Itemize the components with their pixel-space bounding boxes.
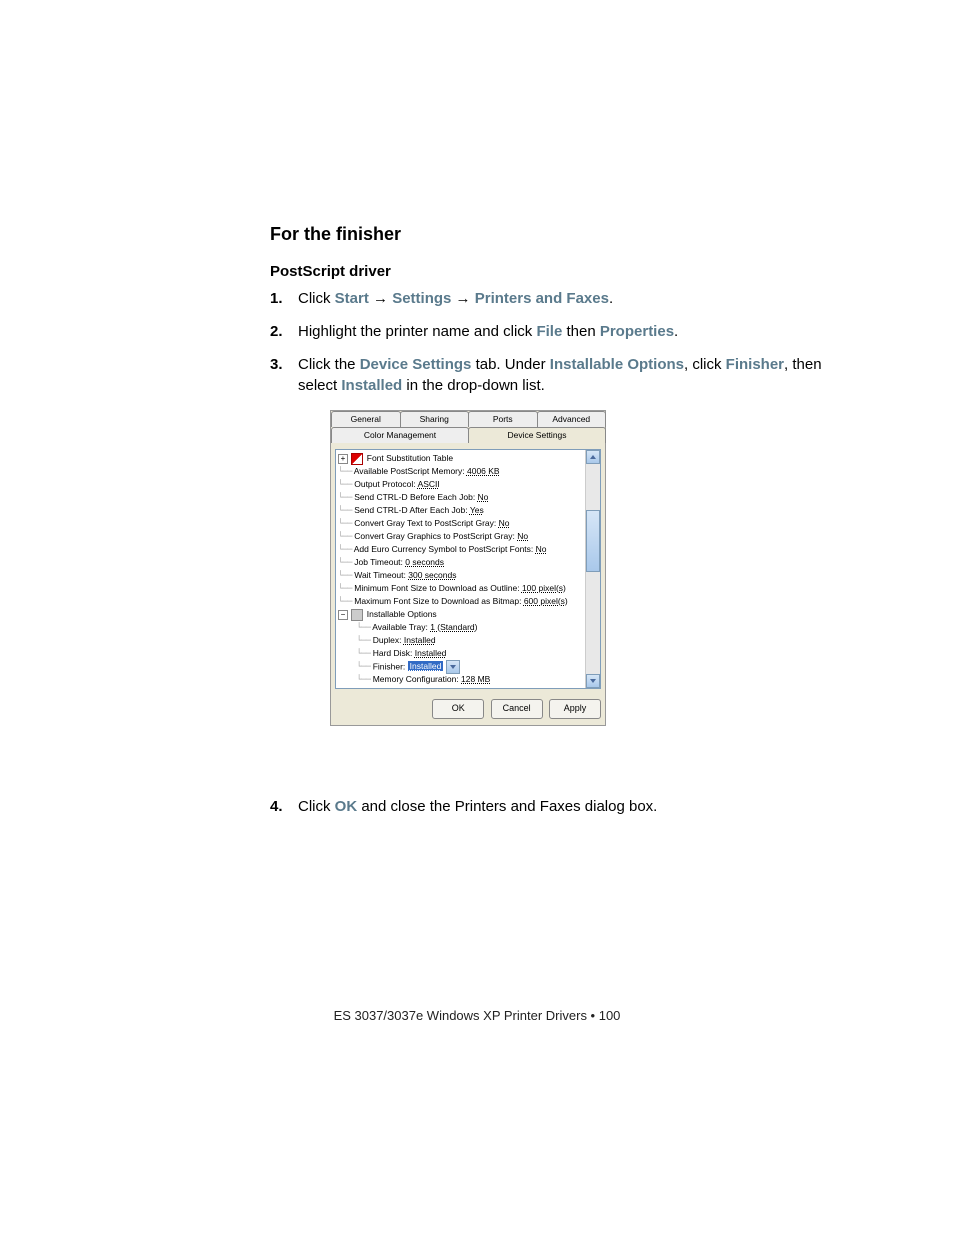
ui-start: Start (335, 290, 369, 307)
scrollbar[interactable] (585, 450, 600, 688)
finisher-row[interactable]: └── Finisher: Installed (338, 660, 586, 673)
section-heading: For the finisher (270, 224, 830, 245)
ui-device-settings: Device Settings (360, 356, 472, 373)
ui-ok: OK (335, 798, 358, 815)
ui-installable-options: Installable Options (550, 356, 684, 373)
ui-properties: Properties (600, 323, 674, 340)
step-1: Click Start → Settings → Printers and Fa… (270, 288, 830, 309)
tab-sharing[interactable]: Sharing (400, 411, 470, 427)
scroll-down-icon[interactable] (586, 674, 600, 688)
font-icon (351, 453, 363, 465)
collapse-icon[interactable]: − (338, 610, 348, 620)
chevron-down-icon[interactable] (446, 660, 460, 674)
tab-device-settings[interactable]: Device Settings (468, 427, 606, 443)
tab-color-management[interactable]: Color Management (331, 427, 469, 443)
step-3: Click the Device Settings tab. Under Ins… (270, 354, 830, 726)
tab-ports[interactable]: Ports (468, 411, 538, 427)
step-4: Click OK and close the Printers and Faxe… (270, 796, 830, 817)
ui-printers-faxes: Printers and Faxes (475, 290, 609, 307)
ui-file: File (536, 323, 562, 340)
scroll-thumb[interactable] (586, 510, 600, 572)
ui-finisher: Finisher (726, 356, 784, 373)
ui-settings: Settings (392, 290, 451, 307)
options-icon (351, 609, 363, 621)
ok-button[interactable]: OK (432, 699, 484, 719)
properties-dialog: General Sharing Ports Advanced Color Man… (330, 410, 606, 726)
settings-tree[interactable]: + Font Substitution Table └── Available … (335, 449, 601, 689)
scroll-up-icon[interactable] (586, 450, 600, 464)
cancel-button[interactable]: Cancel (491, 699, 543, 719)
ui-installed: Installed (341, 377, 402, 394)
tab-advanced[interactable]: Advanced (537, 411, 607, 427)
expand-icon[interactable]: + (338, 454, 348, 464)
finisher-value[interactable]: Installed (408, 661, 444, 671)
subsection-heading: PostScript driver (270, 263, 830, 280)
page-footer: ES 3037/3037e Windows XP Printer Drivers… (0, 1008, 954, 1023)
tab-general[interactable]: General (331, 411, 401, 427)
step-2: Highlight the printer name and click Fil… (270, 321, 830, 342)
apply-button[interactable]: Apply (549, 699, 601, 719)
